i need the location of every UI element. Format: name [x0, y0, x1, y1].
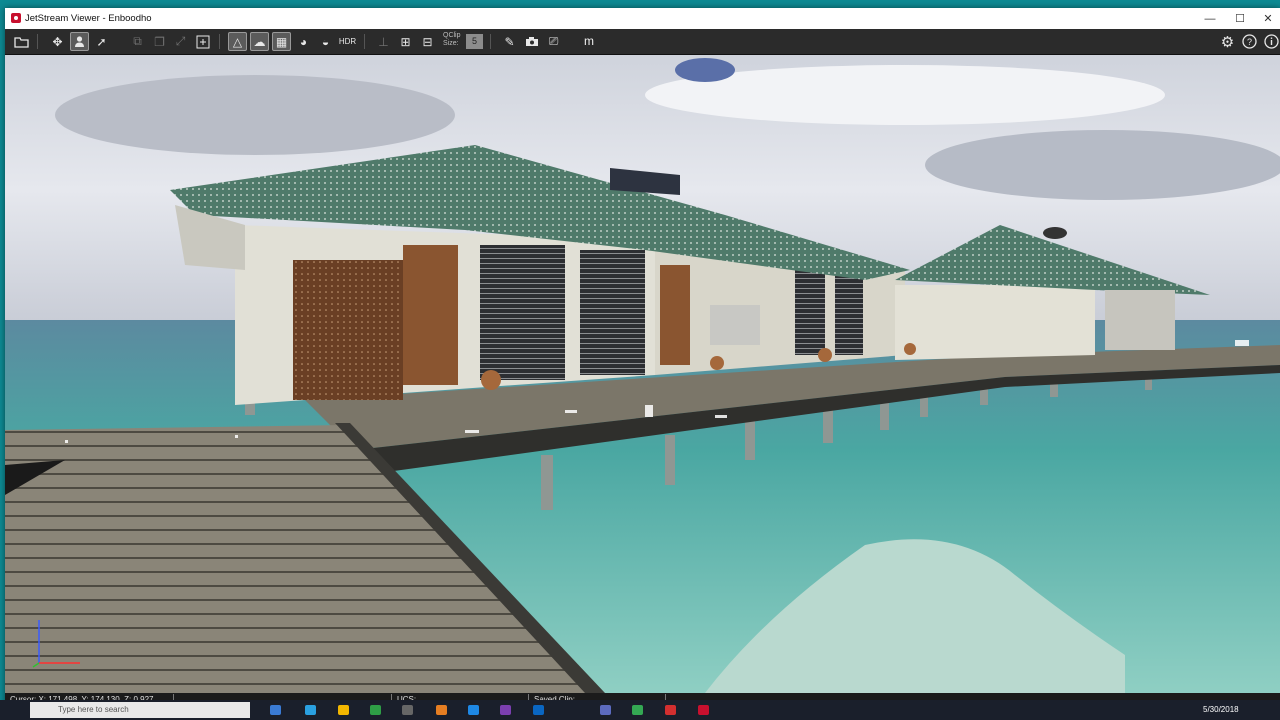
- measure-pencil-icon[interactable]: ✎: [500, 32, 519, 51]
- app-launcher-icon[interactable]: [370, 705, 381, 715]
- walk-mode-icon[interactable]: [70, 32, 89, 51]
- office-icon[interactable]: [665, 705, 676, 715]
- panorama-mode-icon[interactable]: ▦: [272, 32, 291, 51]
- taskbar-search-input[interactable]: Type here to search: [30, 702, 250, 718]
- title-bar: JetStream Viewer - Enboodho — ☐ ✕: [5, 8, 1280, 29]
- edge-browser-icon[interactable]: [305, 705, 316, 715]
- jetstream-window: JetStream Viewer - Enboodho — ☐ ✕ ✥ ➚ ⧉ …: [5, 8, 1280, 712]
- toolbar-separator: [37, 34, 38, 49]
- app-logo-icon: [11, 13, 21, 23]
- outlook-icon[interactable]: [533, 705, 544, 715]
- clip-section-icon[interactable]: ⊟: [418, 32, 437, 51]
- svg-text:?: ?: [1247, 37, 1252, 47]
- jetstream-taskbar-icon[interactable]: [698, 705, 709, 715]
- close-button[interactable]: ✕: [1253, 8, 1280, 29]
- help-icon[interactable]: ?: [1240, 32, 1259, 51]
- navigate-arrow-icon[interactable]: ➚: [92, 32, 111, 51]
- maximize-button[interactable]: ☐: [1225, 8, 1255, 29]
- qclip-size-input[interactable]: 5: [466, 34, 483, 49]
- gear-icon[interactable]: ⚙: [1218, 32, 1237, 51]
- info-icon[interactable]: [1262, 32, 1280, 51]
- minimize-button[interactable]: —: [1195, 8, 1225, 29]
- teams-icon[interactable]: [600, 705, 611, 715]
- main-toolbar: ✥ ➚ ⧉ ❐ ⤢ △ ☁ ▦ ◕ ◒ HDR ⊥ ⊞ ⊟ QClip Size:…: [5, 29, 1280, 55]
- point-cloud-mode-icon[interactable]: △: [228, 32, 247, 51]
- intensity-mode-icon[interactable]: ◒: [316, 32, 335, 51]
- photos-app-icon[interactable]: [436, 705, 447, 715]
- toolbar-separator: [219, 34, 220, 49]
- snapshot-icon[interactable]: ⎚: [544, 32, 563, 51]
- camera-icon[interactable]: [522, 32, 541, 51]
- pan-move-icon[interactable]: ✥: [48, 32, 67, 51]
- clip-box-icon[interactable]: ⊥: [374, 32, 393, 51]
- copy-icon[interactable]: ⧉: [128, 32, 147, 51]
- open-folder-icon[interactable]: [12, 32, 31, 51]
- point-cloud-viewport[interactable]: [5, 55, 1280, 693]
- window-title: JetStream Viewer - Enboodho: [25, 13, 152, 24]
- taskbar-date: 5/30/2018: [1203, 705, 1239, 714]
- task-view-icon[interactable]: [270, 705, 281, 715]
- layers-icon[interactable]: ❐: [150, 32, 169, 51]
- color-mode-icon[interactable]: ◕: [294, 32, 313, 51]
- file-explorer-icon[interactable]: [338, 705, 349, 715]
- os-taskbar: Type here to search 5/30/2018: [0, 700, 1280, 720]
- clip-plane-icon[interactable]: ⊞: [396, 32, 415, 51]
- visual-studio-icon[interactable]: [468, 705, 479, 715]
- zoom-extents-icon[interactable]: ⤢: [171, 32, 190, 51]
- fit-view-icon[interactable]: [193, 32, 212, 51]
- onenote-icon[interactable]: [500, 705, 511, 715]
- qclip-size-label: QClip Size:: [443, 32, 461, 47]
- toolbar-separator: [490, 34, 491, 49]
- units-mode-button[interactable]: m: [584, 34, 594, 48]
- mesh-mode-icon[interactable]: ☁: [250, 32, 269, 51]
- toolbar-separator: [364, 34, 365, 49]
- chrome-icon[interactable]: [632, 705, 643, 715]
- pdf-app-icon[interactable]: [402, 705, 413, 715]
- hdr-icon[interactable]: HDR: [338, 32, 357, 51]
